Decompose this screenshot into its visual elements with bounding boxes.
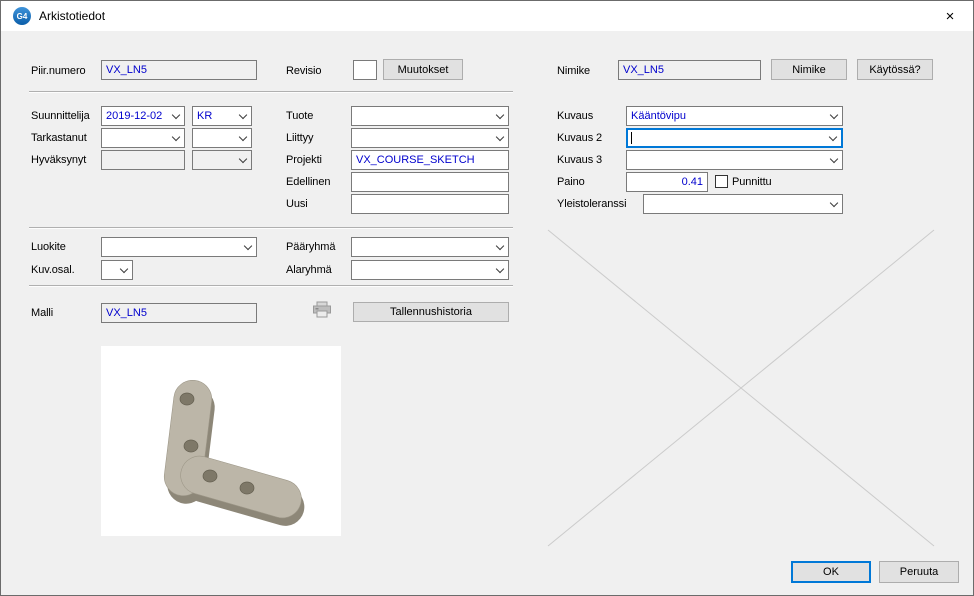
cancel-button[interactable]: Peruuta (879, 561, 959, 583)
nimike-field[interactable]: VX_LN5 (618, 60, 761, 80)
paino-label: Paino (557, 176, 585, 188)
chevron-down-icon[interactable] (492, 129, 508, 147)
uusi-label: Uusi (286, 198, 308, 210)
punnittu-label: Punnittu (732, 176, 772, 188)
separator (29, 285, 513, 286)
close-icon[interactable]: × (927, 1, 973, 31)
tallennushistoria-button[interactable]: Tallennushistoria (353, 302, 509, 322)
malli-label: Malli (31, 307, 53, 319)
chevron-down-icon[interactable] (168, 107, 184, 125)
chevron-down-icon[interactable] (168, 129, 184, 147)
separator (29, 91, 513, 92)
chevron-down-icon[interactable] (826, 151, 842, 169)
kuv-osal-label: Kuv.osal. (31, 264, 75, 276)
suunnittelija-initials-combo[interactable]: KR (192, 106, 252, 126)
ok-button[interactable]: OK (791, 561, 871, 583)
tuote-value (352, 107, 492, 125)
uusi-field[interactable] (351, 194, 509, 214)
chevron-down-icon[interactable] (492, 238, 508, 256)
kuvaus-label: Kuvaus (557, 110, 593, 122)
yleistoleranssi-label: Yleistoleranssi (557, 198, 626, 210)
alaryhma-combo[interactable] (351, 260, 509, 280)
kuvaus3-label: Kuvaus 3 (557, 154, 602, 166)
separator (29, 227, 513, 228)
part-preview-image (101, 346, 341, 536)
empty-preview-placeholder (546, 228, 936, 553)
projekti-field[interactable]: VX_COURSE_SKETCH (351, 150, 509, 170)
punnittu-checkbox[interactable] (715, 175, 728, 188)
kuvaus-combo[interactable]: Kääntövipu (626, 106, 843, 126)
titlebar: G4 Arkistotiedot × (1, 1, 973, 31)
luokite-label: Luokite (31, 241, 66, 253)
chevron-down-icon[interactable] (826, 195, 842, 213)
tuote-combo[interactable] (351, 106, 509, 126)
kuv-osal-combo[interactable] (101, 260, 133, 280)
tarkastanut-initials-combo[interactable] (192, 128, 252, 148)
revisio-field[interactable] (353, 60, 377, 80)
hyvaksynyt-date-field[interactable] (101, 150, 185, 170)
kuvaus-value: Kääntövipu (627, 107, 826, 125)
hyvaksynyt-initials-value (193, 151, 235, 169)
luokite-combo[interactable] (101, 237, 257, 257)
tarkastanut-date-value (102, 129, 168, 147)
liittyy-label: Liittyy (286, 132, 313, 144)
kuvaus3-value (627, 151, 826, 169)
yleistoleranssi-value (644, 195, 826, 213)
paino-field[interactable]: 0.41 (626, 172, 708, 192)
revisio-label: Revisio (286, 65, 321, 77)
suunnittelija-date-value: 2019-12-02 (102, 107, 168, 125)
liittyy-value (352, 129, 492, 147)
tarkastanut-label: Tarkastanut (31, 132, 87, 144)
nimike-button[interactable]: Nimike (771, 59, 847, 80)
chevron-down-icon[interactable] (235, 151, 251, 169)
tarkastanut-date-combo[interactable] (101, 128, 185, 148)
nimike-label: Nimike (557, 65, 590, 77)
hyvaksynyt-label: Hyväksynyt (31, 154, 86, 166)
chevron-down-icon[interactable] (825, 130, 841, 146)
luokite-value (102, 238, 240, 256)
alaryhma-value (352, 261, 492, 279)
chevron-down-icon[interactable] (492, 107, 508, 125)
liittyy-combo[interactable] (351, 128, 509, 148)
hyvaksynyt-initials-combo[interactable] (192, 150, 252, 170)
alaryhma-label: Alaryhmä (286, 264, 332, 276)
piir-numero-label: Piir.numero (31, 65, 86, 77)
chevron-down-icon[interactable] (240, 238, 256, 256)
muutokset-button[interactable]: Muutokset (383, 59, 463, 80)
chevron-down-icon[interactable] (826, 107, 842, 125)
edellinen-field[interactable] (351, 172, 509, 192)
kuvaus2-label: Kuvaus 2 (557, 132, 602, 144)
chevron-down-icon[interactable] (116, 261, 132, 279)
chevron-down-icon[interactable] (492, 261, 508, 279)
paaryhma-label: Pääryhmä (286, 241, 335, 253)
suunnittelija-initials-value: KR (193, 107, 235, 125)
edellinen-label: Edellinen (286, 176, 330, 188)
malli-field[interactable]: VX_LN5 (101, 303, 257, 323)
print-icon[interactable] (312, 301, 332, 319)
tarkastanut-initials-value (193, 129, 235, 147)
paaryhma-combo[interactable] (351, 237, 509, 257)
kuvaus3-combo[interactable] (626, 150, 843, 170)
kuv-osal-value (102, 261, 116, 279)
projekti-label: Projekti (286, 154, 322, 166)
suunnittelija-label: Suunnittelija (31, 110, 90, 122)
paaryhma-value (352, 238, 492, 256)
yleistoleranssi-combo[interactable] (643, 194, 843, 214)
tuote-label: Tuote (286, 110, 313, 122)
piir-numero-field[interactable]: VX_LN5 (101, 60, 257, 80)
kuvaus2-combo[interactable] (626, 128, 843, 148)
kuvaus2-value (632, 130, 825, 146)
g4-app-icon: G4 (13, 7, 31, 25)
kaytossa-button[interactable]: Käytössä? (857, 59, 933, 80)
window-title: Arkistotiedot (39, 1, 105, 31)
arkistotiedot-dialog: G4 Arkistotiedot × Piir.numero VX_LN5 Re… (0, 0, 974, 596)
suunnittelija-date-combo[interactable]: 2019-12-02 (101, 106, 185, 126)
chevron-down-icon[interactable] (235, 129, 251, 147)
chevron-down-icon[interactable] (235, 107, 251, 125)
